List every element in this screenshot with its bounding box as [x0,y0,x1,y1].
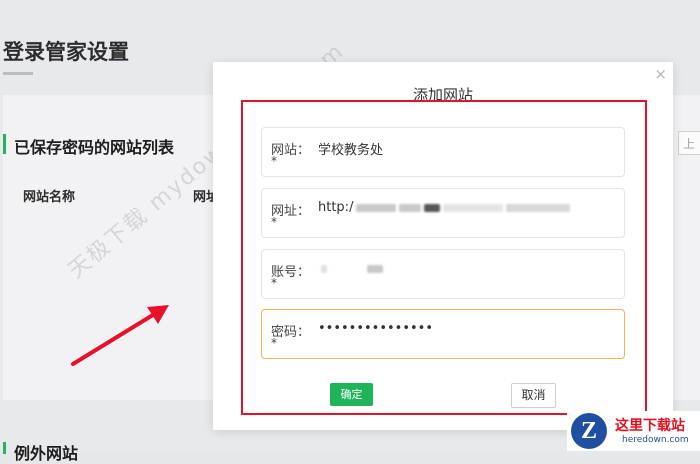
blurred-text [424,203,441,212]
required-mark: * [271,336,277,350]
title-underline [3,72,33,75]
blurred-text [356,203,397,212]
confirm-button[interactable]: 确定 [330,383,373,406]
site-name-value: 学校教务处 [318,143,384,158]
required-mark: * [271,276,277,290]
site-logo: Z 这里下载站 heredown.com [567,411,700,451]
red-arrow-icon [71,305,169,366]
account-field[interactable]: 账号： * [261,249,625,299]
blurred-text [506,203,571,212]
section-accent-bar [3,134,6,154]
logo-domain: heredown.com [622,435,689,445]
logo-mark-icon: Z [571,413,607,449]
column-header-site-name: 网站名称 [23,190,76,205]
add-site-dialog: × 添加网站 网站： * 学校教务处 网址： * http:/ 账号： * 密码… [213,62,673,430]
required-mark: * [271,215,277,229]
password-value: ••••••••••••••• [318,321,434,336]
url-text: http:/ [318,200,354,215]
logo-name: 这里下载站 [615,418,685,434]
blurred-text [443,203,504,212]
blurred-text [367,264,383,273]
search-input[interactable]: 上 [678,131,700,155]
page-title: 登录管家设置 [3,40,129,64]
password-field[interactable]: 密码： * ••••••••••••••• [261,309,625,359]
required-mark: * [271,154,277,168]
section2-accent-bar [3,442,6,454]
url-value: http:/ [318,200,571,215]
exception-sites-heading: 例外网站 [14,444,79,463]
close-icon[interactable]: × [654,65,667,83]
saved-sites-heading: 已保存密码的网站列表 [14,138,175,157]
blurred-text [399,203,422,212]
site-name-field[interactable]: 网站： * 学校教务处 [261,127,625,177]
account-value [318,261,383,276]
url-field[interactable]: 网址： * http:/ [261,188,625,238]
blurred-text [321,264,327,273]
cancel-button[interactable]: 取消 [511,383,556,408]
